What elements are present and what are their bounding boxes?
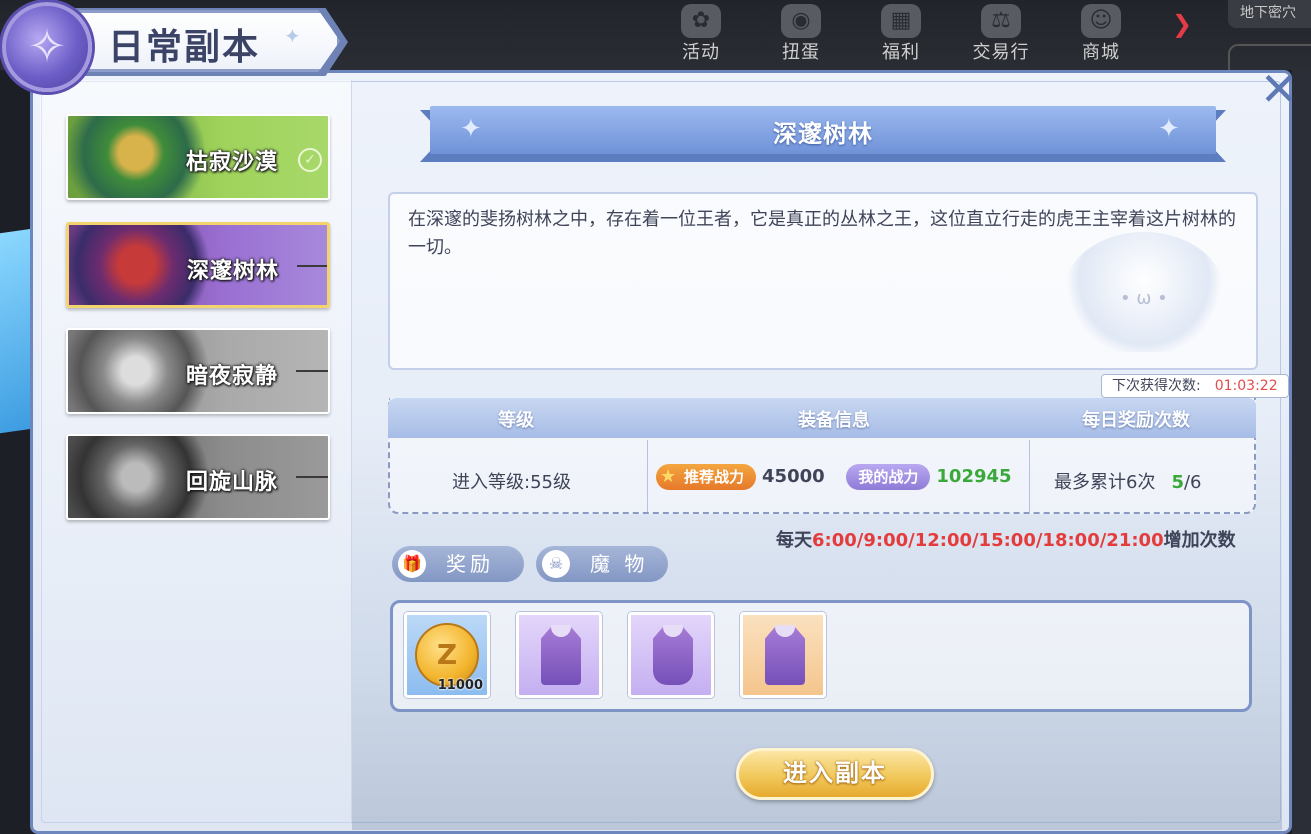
refresh-schedule: 每天6:00/9:00/12:00/15:00/18:00/21:00增加次数 (776, 526, 1236, 552)
schedule-suffix: 增加次数 (1163, 530, 1236, 551)
column-divider (647, 440, 648, 512)
gift-icon: 🎁 (398, 550, 426, 578)
top-menu-label: 扭蛋 (782, 42, 820, 63)
divider-line (296, 370, 328, 372)
count-total: /6 (1183, 472, 1202, 493)
compass-star-icon: ✧ (27, 19, 67, 73)
timer-value: 01:03:22 (1214, 378, 1278, 394)
location-tag: 地下密穴 (1228, 0, 1311, 28)
entry-level: 进入等级:55级 (452, 472, 571, 493)
close-icon: ✕ (1259, 62, 1299, 116)
right-edge-background (1292, 70, 1311, 834)
top-menu-activity[interactable]: ✿ 活动 (666, 0, 736, 66)
dungeon-title: 深邃树林 (773, 120, 873, 148)
my-power-label: 我的战力 (858, 468, 919, 486)
dungeon-description: 在深邃的斐扬树林之中，存在着一位王者，它是真正的丛林之王，这位直立行走的虎王主宰… (408, 209, 1236, 258)
top-menu-label: 交易行 (972, 42, 1030, 63)
header-level: 等级 (498, 410, 534, 431)
gift-icon: ▦ (881, 4, 921, 38)
tab-rewards[interactable]: 🎁 奖励 (392, 546, 524, 582)
shop-icon: ☺ (1081, 4, 1121, 38)
recommended-power-badge: ★ 推荐战力 (656, 464, 757, 490)
check-circle-icon: ✓ (298, 148, 322, 172)
divider-line (296, 476, 328, 478)
reward-item-robe-rare[interactable] (740, 612, 826, 698)
dungeon-item-dark-night[interactable]: 暗夜寂静 (66, 328, 330, 414)
dungeon-item-withered-desert[interactable]: 枯寂沙漠 ✓ (66, 114, 330, 200)
my-power-value: 102945 (936, 466, 1012, 487)
recommended-power-value: 45000 (762, 466, 825, 487)
reward-quantity: 11000 (437, 678, 483, 693)
sparkle-icon: ✦ (284, 24, 301, 48)
count-current: 5 (1171, 472, 1184, 493)
divider-line (297, 265, 327, 267)
tab-monsters[interactable]: ☠ 魔 物 (536, 546, 668, 582)
top-menu-label: 福利 (882, 42, 920, 63)
dungeon-name: 回旋山脉 (186, 470, 279, 495)
top-menu-gacha[interactable]: ◉ 扭蛋 (766, 0, 836, 66)
top-menu-label: 活动 (682, 42, 720, 63)
top-menu-label: 商城 (1082, 42, 1120, 63)
dungeon-item-deep-forest[interactable]: 深邃树林 (66, 222, 330, 308)
tab-label: 奖励 (446, 552, 494, 576)
tab-label: 魔 物 (590, 552, 649, 576)
expand-arrow-icon[interactable]: ❯ (1172, 10, 1192, 38)
window-title: 日常副本 (108, 26, 261, 68)
close-button[interactable]: ✕ (1254, 66, 1304, 114)
max-accumulate-label: 最多累计6次 (1054, 472, 1156, 493)
next-count-timer: 下次获得次数: 01:03:22 (1101, 374, 1289, 398)
schedule-prefix: 每天 (776, 530, 812, 551)
dungeon-name: 枯寂沙漠 (186, 150, 279, 175)
reward-item-robe[interactable] (516, 612, 602, 698)
mascot-face: • ω • (1120, 288, 1168, 309)
dungeon-name: 暗夜寂静 (186, 364, 279, 389)
column-divider (1029, 440, 1030, 512)
dungeon-name: 深邃树林 (187, 259, 280, 284)
header-daily-rewards: 每日奖励次数 (1082, 410, 1190, 431)
schedule-times: 6:00/9:00/12:00/15:00/18:00/21:00 (812, 530, 1164, 551)
scales-icon: ⚖ (981, 4, 1021, 38)
reward-item-zeny[interactable]: Z 11000 (404, 612, 490, 698)
star-icon: ★ (660, 466, 677, 487)
top-menu-welfare[interactable]: ▦ 福利 (866, 0, 936, 66)
dungeon-item-spiral-mountain[interactable]: 回旋山脉 (66, 434, 330, 520)
reward-item-coat[interactable] (628, 612, 714, 698)
timer-label: 下次获得次数: (1112, 378, 1201, 394)
top-menu-trade[interactable]: ⚖ 交易行 (966, 0, 1036, 66)
header-equipment: 装备信息 (798, 410, 870, 431)
my-power-badge: 我的战力 (846, 464, 931, 490)
enter-dungeon-button[interactable]: 进入副本 (736, 748, 934, 800)
window-title-group: 日常副本 ✦ ✧ (0, 0, 350, 92)
compass-emblem: ✧ (2, 2, 92, 92)
recommended-power-label: 推荐战力 (684, 468, 745, 486)
left-edge-background (0, 70, 32, 834)
monster-skull-icon: ☠ (542, 550, 570, 578)
activity-icon: ✿ (681, 4, 721, 38)
power-info: ★ 推荐战力 45000 我的战力 102945 (656, 464, 1012, 490)
top-menu-shop[interactable]: ☺ 商城 (1066, 0, 1136, 66)
gacha-icon: ◉ (781, 4, 821, 38)
daily-count: 最多累计6次 5/6 (1054, 468, 1202, 494)
